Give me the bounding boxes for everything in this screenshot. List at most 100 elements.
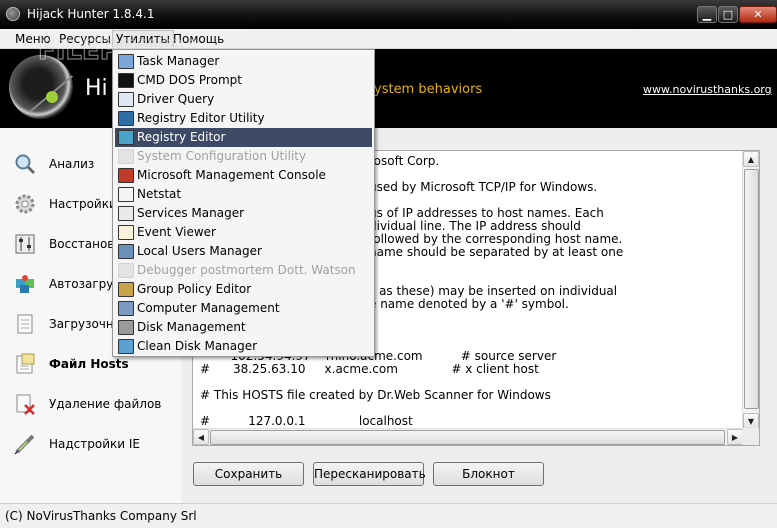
vertical-scrollbar[interactable]: ▲ ▼: [742, 151, 759, 429]
menu-item-label: Registry Editor: [137, 130, 226, 144]
scroll-corner: [742, 428, 759, 445]
hosts-line: # This HOSTS file created by Dr.Web Scan…: [200, 388, 551, 402]
status-text: (C) NoVirusThanks Company Srl: [5, 509, 197, 523]
hosts-line: gs of IP addresses to host names. Each: [369, 206, 604, 220]
group-policy-icon: [118, 282, 134, 297]
maximize-button[interactable]: □: [718, 6, 738, 23]
app-logo: [9, 55, 74, 119]
menu-item-mmc[interactable]: Microsoft Management Console: [115, 166, 372, 185]
menu-item-registry-utility[interactable]: Registry Editor Utility: [115, 109, 372, 128]
menu-item-label: Event Viewer: [137, 225, 216, 239]
mmc-icon: [118, 168, 134, 183]
hosts-line: e name denoted by a '#' symbol.: [369, 297, 569, 311]
menu-item-label: Debugger postmortem Dott. Watson: [137, 263, 356, 277]
horizontal-scrollbar[interactable]: ◀ ▶: [193, 428, 743, 445]
debugger-icon: [118, 263, 134, 278]
header-tagline: ystem behaviors: [374, 82, 483, 97]
menu-utilities[interactable]: Утилиты: [112, 30, 175, 47]
rescan-button[interactable]: Пересканировать: [313, 462, 426, 486]
task-manager-icon: [118, 54, 134, 69]
menu-item-label: System Configuration Utility: [137, 149, 307, 163]
hosts-line: # 38.25.63.10 x.acme.com # x client host: [200, 362, 539, 376]
scroll-up-icon[interactable]: ▲: [743, 151, 759, 167]
menu-item-netstat[interactable]: Netstat: [115, 185, 372, 204]
menu-item-cmd-prompt[interactable]: CMD DOS Prompt: [115, 71, 372, 90]
services-icon: [118, 206, 134, 221]
scroll-down-icon[interactable]: ▼: [743, 413, 759, 429]
sidebar-item-delete-files[interactable]: Удаление файлов: [0, 386, 181, 422]
registry-utility-icon: [118, 111, 134, 126]
menu-item-services[interactable]: Services Manager: [115, 204, 372, 223]
hosts-line: followed by the corresponding host name.: [369, 232, 623, 246]
menu-resources[interactable]: Ресурсы: [56, 31, 114, 48]
minimize-button[interactable]: ▁: [697, 6, 717, 23]
registry-editor-icon: [118, 130, 134, 145]
close-button[interactable]: ✕: [739, 6, 777, 23]
sidebar-item-label: Файл Hosts: [49, 357, 129, 371]
menu-help[interactable]: Помощь: [170, 31, 227, 48]
app-icon: [6, 7, 20, 21]
menu-item-label: Driver Query: [137, 92, 215, 106]
delete-file-icon: [16, 394, 35, 415]
driver-query-icon: [118, 92, 134, 107]
gear-icon: [15, 194, 35, 214]
menu-item-label: Local Users Manager: [137, 244, 262, 258]
title-bar[interactable]: Hijack Hunter 1.8.4.1 ▁ □ ✕: [0, 0, 777, 29]
disk-icon: [118, 320, 134, 335]
logo-dot-icon: [46, 91, 58, 103]
users-icon: [118, 244, 134, 259]
menu-item-label: Registry Editor Utility: [137, 111, 265, 125]
msconfig-icon: [118, 149, 134, 164]
syringe-icon: [14, 434, 35, 455]
hosts-line: used by Microsoft TCP/IP for Windows.: [369, 180, 598, 194]
puzzle-icon: [16, 275, 34, 293]
sidebar-item-ie-addons[interactable]: Надстройки IE: [0, 426, 181, 462]
magnifier-icon: [15, 154, 36, 175]
menu-item-label: Netstat: [137, 187, 182, 201]
menu-item-event-viewer[interactable]: Event Viewer: [115, 223, 372, 242]
menu-item-disk-management[interactable]: Disk Management: [115, 318, 372, 337]
menu-item-debugger[interactable]: Debugger postmortem Dott. Watson: [115, 261, 372, 280]
scroll-right-icon[interactable]: ▶: [727, 429, 743, 445]
hosts-line: # 127.0.0.1 localhost: [200, 414, 413, 428]
cmd-prompt-icon: [118, 73, 134, 88]
menu-item-driver-query[interactable]: Driver Query: [115, 90, 372, 109]
menu-item-clean-disk[interactable]: Clean Disk Manager: [115, 337, 372, 356]
menu-item-label: Computer Management: [137, 301, 280, 315]
sidebar-item-label: Удаление файлов: [49, 397, 162, 411]
computer-icon: [118, 301, 134, 316]
menu-item-task-manager[interactable]: Task Manager: [115, 52, 372, 71]
menu-item-group-policy[interactable]: Group Policy Editor: [115, 280, 372, 299]
notepad-button[interactable]: Блокнот: [433, 462, 544, 486]
logo-text: Hi: [85, 76, 108, 101]
menu-item-computer-management[interactable]: Computer Management: [115, 299, 372, 318]
hosts-line: dividual line. The IP address should: [369, 219, 581, 233]
menu-item-label: Services Manager: [137, 206, 245, 220]
scroll-left-icon[interactable]: ◀: [193, 429, 209, 445]
menu-item-label: Task Manager: [137, 54, 220, 68]
menu-item-msconfig[interactable]: System Configuration Utility: [115, 147, 372, 166]
menu-item-label: Clean Disk Manager: [137, 339, 258, 353]
sliders-icon: [15, 234, 35, 254]
hosts-file-icon: [16, 353, 35, 374]
menu-item-local-users[interactable]: Local Users Manager: [115, 242, 372, 261]
save-button[interactable]: Сохранить: [193, 462, 304, 486]
horizontal-scroll-thumb[interactable]: [210, 430, 725, 445]
utilities-dropdown: Task Manager CMD DOS Prompt Driver Query…: [112, 49, 375, 357]
menu-item-label: Group Policy Editor: [137, 282, 252, 296]
hosts-line: s as these) may be inserted on individua…: [369, 284, 618, 298]
menu-item-label: CMD DOS Prompt: [137, 73, 242, 87]
window-title: Hijack Hunter 1.8.4.1: [27, 7, 155, 21]
clean-disk-icon: [118, 339, 134, 354]
hosts-line: rosoft Corp.: [369, 154, 440, 168]
menu-main[interactable]: Меню: [12, 31, 54, 48]
menu-item-label: Microsoft Management Console: [137, 168, 326, 182]
menu-item-registry-editor[interactable]: Registry Editor: [115, 128, 372, 147]
status-bar: (C) NoVirusThanks Company Srl: [0, 503, 777, 528]
vertical-scroll-thumb[interactable]: [744, 169, 759, 409]
sidebar-item-label: Надстройки IE: [49, 437, 141, 451]
menu-bar: Меню Ресурсы Утилиты Помощь: [0, 29, 777, 49]
website-link[interactable]: www.novirusthanks.org: [643, 83, 772, 96]
event-viewer-icon: [118, 225, 134, 240]
menu-item-label: Disk Management: [137, 320, 246, 334]
